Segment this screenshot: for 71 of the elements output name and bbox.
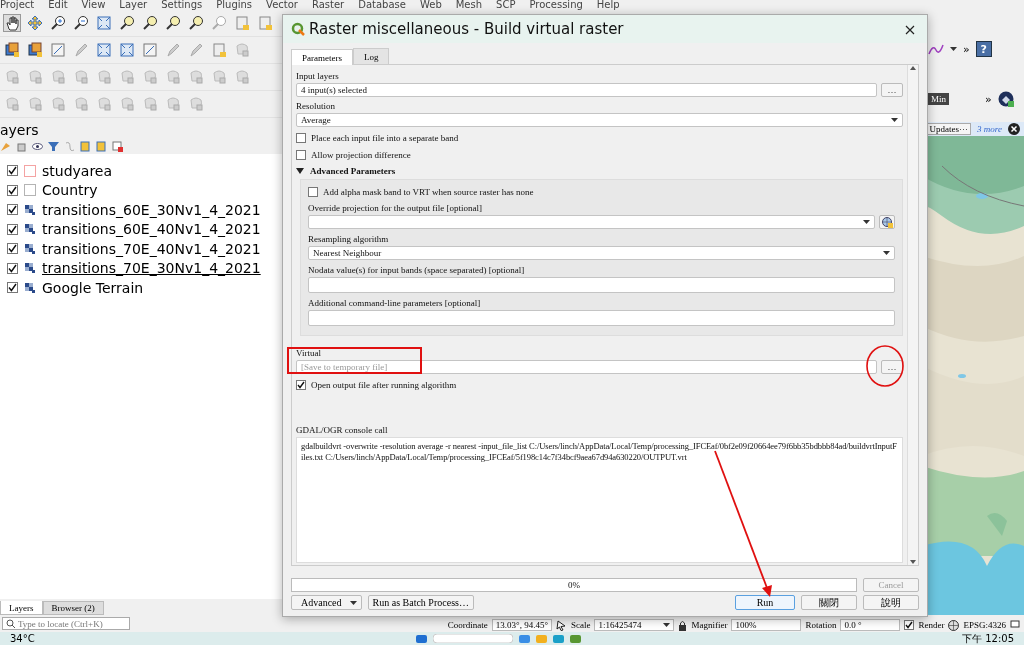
window-title: Raster miscellaneous - Build virtual raster: [309, 20, 625, 38]
field-label: Override projection for the output file [optional]: [308, 202, 483, 214]
weather-text: 34°C: [10, 632, 35, 645]
browse-button[interactable]: …: [881, 360, 903, 374]
layer-name[interactable]: Google Terrain: [42, 279, 144, 296]
field-label: Virtual: [296, 347, 322, 359]
layer-name[interactable]: transitions_60E_40Nv1_4_2021: [42, 221, 261, 238]
run-button[interactable]: Run: [735, 595, 795, 610]
layer-name[interactable]: Country: [42, 182, 98, 199]
more-link[interactable]: 3 more: [977, 124, 1002, 134]
menu-item[interactable]: Raster: [311, 0, 345, 10]
menu-item[interactable]: Processing: [529, 0, 583, 10]
menu-item[interactable]: Project: [0, 0, 35, 10]
clock-text: 下午 12:05: [962, 632, 1014, 645]
menu-item[interactable]: Plugins: [216, 0, 253, 10]
checkbox-label: Add alpha mask band to VRT when source raster has none: [323, 186, 534, 197]
toolbar-overflow-button[interactable]: »: [963, 42, 970, 56]
help-button[interactable]: ?: [975, 41, 992, 57]
render-label: Render: [918, 620, 945, 630]
scale-dropdown[interactable]: 1:16425474: [594, 619, 675, 631]
coordinate-field[interactable]: 13.03°, 94.45°: [491, 619, 552, 631]
menu-item[interactable]: Database: [358, 0, 406, 10]
min-button[interactable]: Min: [928, 93, 949, 105]
menu-item[interactable]: Settings: [161, 0, 203, 10]
menu-item[interactable]: Web: [419, 0, 442, 10]
field-label: GDAL/OGR console call: [296, 424, 389, 436]
layer-name[interactable]: transitions_70E_30Nv1_4_2021: [42, 260, 261, 277]
locator-field[interactable]: Type to locate (Ctrl+K): [2, 617, 130, 630]
menu-item[interactable]: SCP: [496, 0, 516, 10]
dropdown[interactable]: Average: [296, 113, 903, 127]
rotation-field[interactable]: 0.0 °: [840, 619, 901, 631]
toolbar-overflow-button[interactable]: »: [985, 92, 992, 106]
advanced-button[interactable]: Advanced: [291, 595, 362, 610]
tab[interactable]: Parameters: [291, 49, 353, 65]
scale-label: Scale: [571, 620, 591, 630]
field-label: Nodata value(s) for input bands (space separated) [optional]: [308, 264, 526, 276]
rotation-label: Rotation: [805, 620, 837, 630]
checkbox-label: Place each input file into a separate band: [311, 132, 459, 143]
button[interactable]: 關閉: [801, 595, 857, 610]
menu-item[interactable]: Vector: [266, 0, 298, 10]
menu-item[interactable]: Edit: [48, 0, 68, 10]
console-text-area: gdalbuildvrt -overwrite -resolution average -r nearest -input_file_list C:/Users/linch/AppData/Local/Temp/processing_IFCEaf/0bf2e09f20664ee79f6bb35bdbbb84ad/buildvrtInputFiles.txt C:/Users/linch/AppData/Local/Temp/processing_IFCEaf/5f198c14c7f34bcf9aea67d94a630220/OUTPUT.vrt: [296, 437, 903, 563]
menu-item[interactable]: Mesh: [455, 0, 483, 10]
field-label: Resampling algorithm: [308, 233, 390, 245]
tab[interactable]: Log: [353, 48, 390, 64]
menu-item[interactable]: View: [81, 0, 106, 10]
progress-bar: 0%: [291, 578, 857, 592]
field-label: Resolution: [296, 100, 336, 112]
browse-button[interactable]: …: [881, 83, 903, 97]
layer-name[interactable]: transitions_70E_40Nv1_4_2021: [42, 240, 261, 257]
checkbox-label: Open output file after running algorithm: [311, 379, 457, 390]
menu-item[interactable]: Help: [596, 0, 620, 10]
crs-button[interactable]: EPSG:4326: [963, 620, 1006, 630]
button[interactable]: 說明: [863, 595, 919, 610]
coordinate-label: Coordinate: [447, 620, 488, 630]
group-heading[interactable]: Advanced Parameters: [310, 166, 396, 176]
updates-button[interactable]: Updates···: [926, 123, 972, 135]
layer-name[interactable]: transitions_60E_30Nv1_4_2021: [42, 201, 261, 218]
field-label: Additional command-line parameters [optional]: [308, 297, 482, 309]
button[interactable]: Run as Batch Process…: [367, 595, 474, 610]
panel-title: ayers: [0, 122, 40, 138]
magnifier-field[interactable]: 100%: [731, 619, 802, 631]
tab[interactable]: Browser (2): [42, 601, 104, 615]
tab[interactable]: Layers: [0, 601, 43, 615]
menu-item[interactable]: Layer: [119, 0, 148, 10]
dropdown[interactable]: Nearest Neighbour: [308, 246, 895, 260]
input-field[interactable]: 4 input(s) selected: [296, 83, 877, 97]
layer-name[interactable]: studyarea: [42, 162, 113, 179]
magnifier-label: Magnifier: [691, 620, 728, 630]
field-label: Input layers: [296, 70, 340, 82]
checkbox-label: Allow projection difference: [311, 149, 411, 160]
